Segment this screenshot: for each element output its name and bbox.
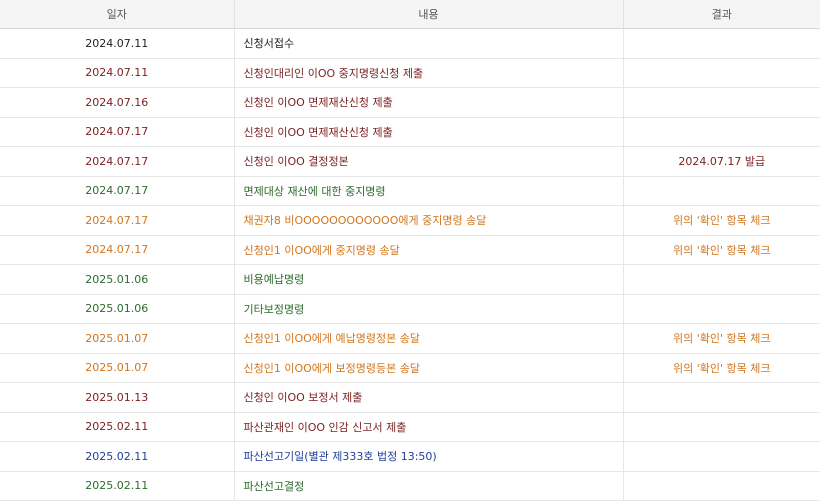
row-date: 2025.01.06: [0, 264, 235, 295]
table-body: 2024.07.11 신청서접수 2024.07.11 신청인대리인 이OO 중지명령…: [0, 28, 820, 501]
row-date: 2025.01.06: [0, 294, 235, 324]
column-header-content: 내용: [234, 0, 624, 29]
row-date: 2024.07.16: [0, 87, 235, 118]
table-row: 2025.02.11 파산선고기일(별관 제333호 법정 13:50): [0, 441, 820, 472]
row-result: [623, 117, 820, 147]
table-header-row: 일자 내용 결과: [0, 0, 820, 29]
row-result: 위의 '확인' 항목 체크: [623, 323, 820, 354]
row-result: [623, 176, 820, 206]
row-content: 신청인 이OO 면제재산신청 제출: [234, 117, 624, 147]
row-content: 신청인1 이OO에게 예납명령정본 송달: [234, 323, 624, 354]
row-content: 신청인대리인 이OO 중지명령신청 제출: [234, 58, 624, 88]
row-result: [623, 441, 820, 472]
row-date: 2024.07.17: [0, 205, 235, 236]
table-row: 2025.01.07 신청인1 이OO에게 예납명령정본 송달 위의 '확인' 항목…: [0, 323, 820, 354]
row-date: 2024.07.11: [0, 58, 235, 88]
column-header-date: 일자: [0, 0, 235, 29]
row-content: 비용예납명령: [234, 264, 624, 295]
row-date: 2024.07.17: [0, 176, 235, 206]
table-row: 2025.01.06 비용예납명령: [0, 264, 820, 295]
row-result: [623, 28, 820, 59]
row-date: 2025.01.13: [0, 382, 235, 413]
table-row: 2025.01.07 신청인1 이OO에게 보정명령등본 송달 위의 '확인' 항목…: [0, 353, 820, 383]
row-content: 기타보정명령: [234, 294, 624, 324]
row-result: [623, 382, 820, 413]
row-date: 2025.02.11: [0, 471, 235, 501]
row-content: 신청인 이OO 결정정본: [234, 146, 624, 177]
table-row: 2024.07.16 신청인 이OO 면제재산신청 제출: [0, 87, 820, 118]
table-row: 2024.07.17 신청인1 이OO에게 중지명령 송달 위의 '확인' 항목 체…: [0, 235, 820, 265]
row-result: 위의 '확인' 항목 체크: [623, 353, 820, 383]
row-date: 2024.07.17: [0, 117, 235, 147]
row-content: 채권자8 비OOOOOOOOOOOO에게 중지명령 송달: [234, 205, 624, 236]
row-date: 2024.07.17: [0, 235, 235, 265]
row-date: 2025.02.11: [0, 412, 235, 442]
row-content: 파산관재인 이OO 인감 신고서 제출: [234, 412, 624, 442]
column-header-result: 결과: [623, 0, 820, 29]
row-content: 신청인1 이OO에게 중지명령 송달: [234, 235, 624, 265]
row-result: [623, 87, 820, 118]
row-content: 신청인 이OO 면제재산신청 제출: [234, 87, 624, 118]
table-row: 2025.02.11 파산선고결정: [0, 471, 820, 501]
row-result: 위의 '확인' 항목 체크: [623, 205, 820, 236]
row-result: [623, 264, 820, 295]
row-result: 2024.07.17 발급: [623, 146, 820, 177]
row-content: 신청서접수: [234, 28, 624, 59]
row-result: [623, 58, 820, 88]
row-content: 파산선고결정: [234, 471, 624, 501]
table-row: 2024.07.17 신청인 이OO 면제재산신청 제출: [0, 117, 820, 147]
row-content: 파산선고기일(별관 제333호 법정 13:50): [234, 441, 624, 472]
table-row: 2025.01.13 신청인 이OO 보정서 제출: [0, 382, 820, 413]
row-content: 신청인1 이OO에게 보정명령등본 송달: [234, 353, 624, 383]
row-result: [623, 294, 820, 324]
table-row: 2024.07.11 신청서접수: [0, 28, 820, 59]
row-date: 2024.07.11: [0, 28, 235, 59]
table-row: 2025.01.06 기타보정명령: [0, 294, 820, 324]
row-content: 면제대상 재산에 대한 중지명령: [234, 176, 624, 206]
table-row: 2024.07.17 면제대상 재산에 대한 중지명령: [0, 176, 820, 206]
row-date: 2024.07.17: [0, 146, 235, 177]
row-date: 2025.01.07: [0, 323, 235, 354]
row-content: 신청인 이OO 보정서 제출: [234, 382, 624, 413]
row-result: [623, 412, 820, 442]
row-result: 위의 '확인' 항목 체크: [623, 235, 820, 265]
row-date: 2025.02.11: [0, 441, 235, 472]
table-row: 2025.02.11 파산관재인 이OO 인감 신고서 제출: [0, 412, 820, 442]
table-row: 2024.07.17 채권자8 비OOOOOOOOOOOO에게 중지명령 송달 위의…: [0, 205, 820, 236]
row-result: [623, 471, 820, 501]
row-date: 2025.01.07: [0, 353, 235, 383]
table-row: 2024.07.11 신청인대리인 이OO 중지명령신청 제출: [0, 58, 820, 88]
case-progress-table: 일자 내용 결과 2024.07.11 신청서접수 2024.07.11 신청인대리인…: [0, 0, 820, 501]
table-row: 2024.07.17 신청인 이OO 결정정본 2024.07.17 발급: [0, 146, 820, 177]
